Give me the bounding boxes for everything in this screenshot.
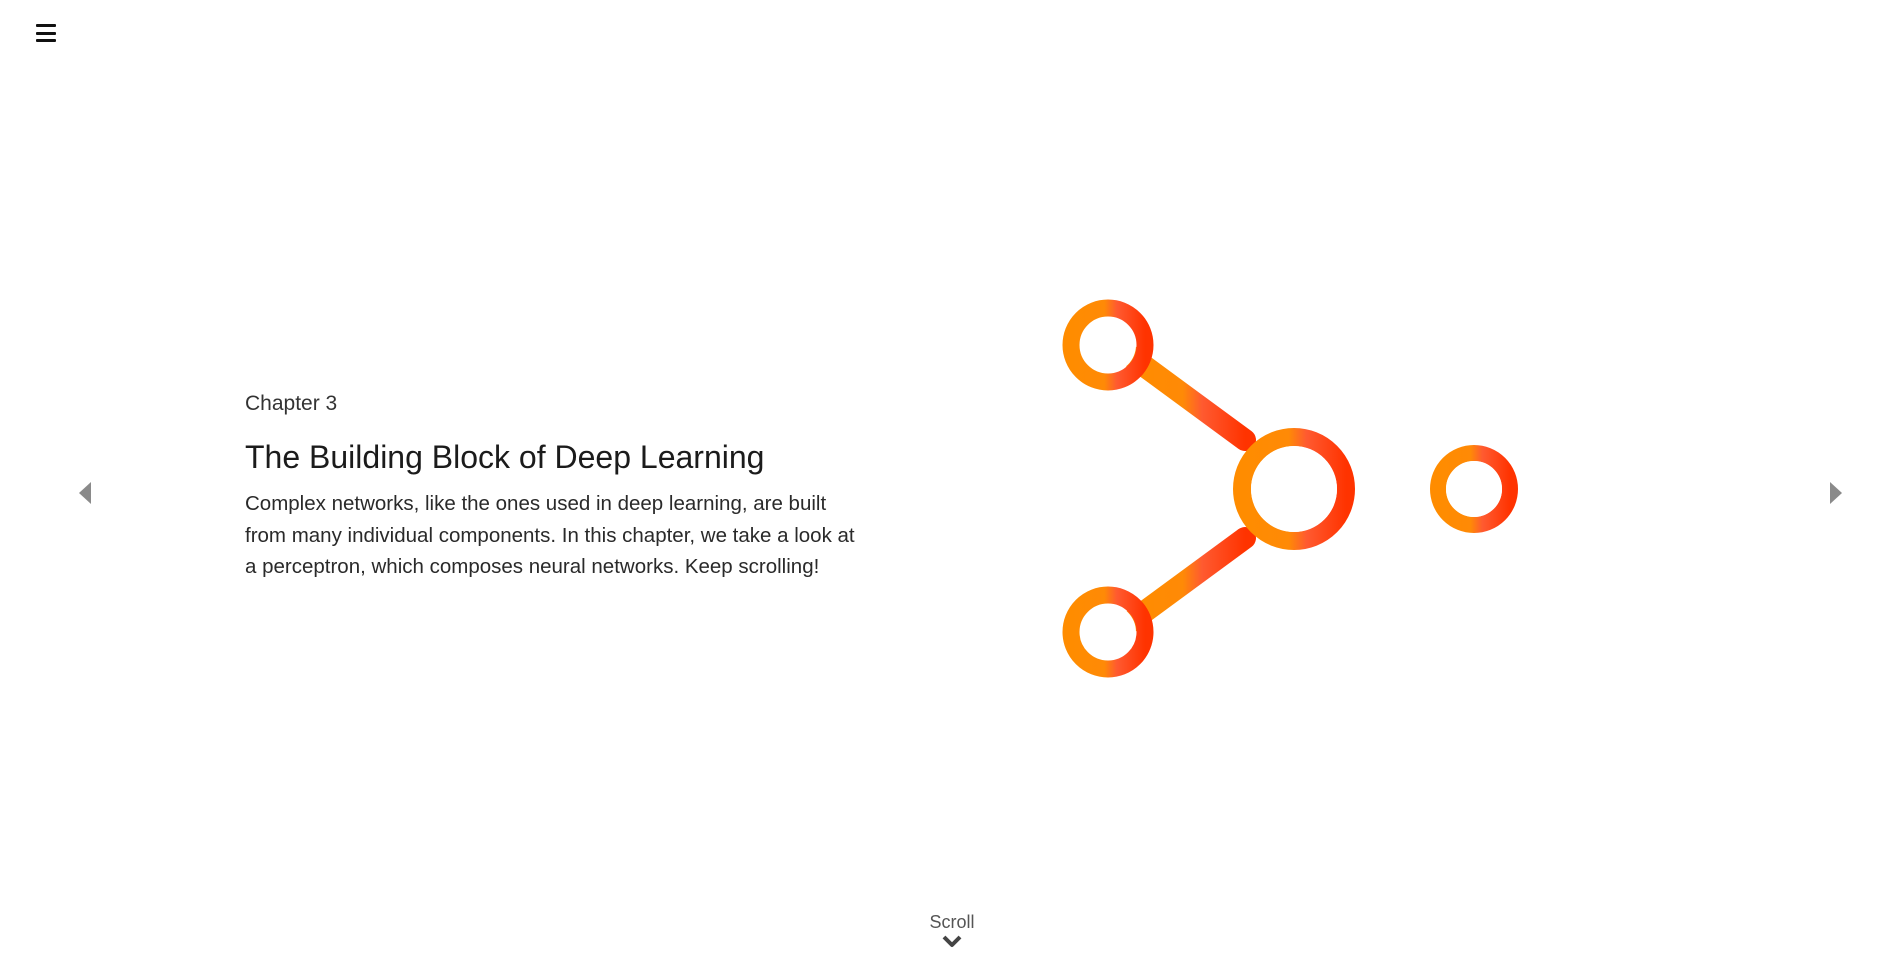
chapter-intro: Chapter 3 The Building Block of Deep Lea… bbox=[245, 392, 885, 583]
perceptron-network-icon bbox=[1062, 299, 1518, 678]
hamburger-menu-icon[interactable] bbox=[36, 22, 60, 44]
chapter-description: Complex networks, like the ones used in … bbox=[245, 492, 855, 579]
page: Chapter 3 The Building Block of Deep Lea… bbox=[0, 0, 1903, 975]
chapter-title: The Building Block of Deep Learning bbox=[245, 439, 765, 475]
menu-bar bbox=[36, 31, 56, 35]
next-chapter-button[interactable] bbox=[1826, 478, 1846, 508]
scroll-label: Scroll bbox=[929, 912, 975, 932]
previous-chapter-button[interactable] bbox=[75, 478, 95, 508]
menu-bar bbox=[36, 39, 56, 42]
menu-bar bbox=[36, 24, 56, 27]
caret-right-icon bbox=[1830, 482, 1842, 504]
chevron-down-icon bbox=[942, 935, 962, 947]
perceptron-illustration bbox=[1040, 290, 1530, 690]
chapter-label: Chapter 3 bbox=[245, 392, 338, 415]
scroll-indicator[interactable]: Scroll bbox=[912, 912, 992, 949]
caret-left-icon bbox=[79, 482, 91, 504]
